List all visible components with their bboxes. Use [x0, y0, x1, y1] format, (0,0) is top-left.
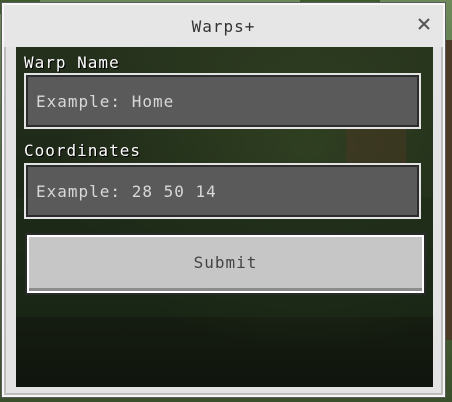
coordinates-label: Coordinates	[24, 141, 141, 160]
warp-name-field[interactable]	[24, 73, 421, 129]
close-icon[interactable]	[415, 15, 433, 33]
coordinates-field[interactable]	[24, 163, 421, 219]
dialog-title: Warps+	[191, 17, 256, 36]
dialog-content: Warp Name Coordinates Submit	[16, 47, 433, 387]
warp-name-label: Warp Name	[24, 53, 120, 72]
submit-button[interactable]: Submit	[27, 235, 424, 293]
dialog-titlebar: Warps+	[4, 5, 443, 47]
game-background: Warps+ Warp Name Coordinates	[0, 0, 452, 402]
warps-dialog: Warps+ Warp Name Coordinates	[2, 3, 445, 397]
warp-name-input[interactable]	[26, 75, 419, 127]
background-building	[445, 40, 452, 340]
coordinates-input[interactable]	[26, 165, 419, 217]
background-building	[346, 127, 406, 167]
